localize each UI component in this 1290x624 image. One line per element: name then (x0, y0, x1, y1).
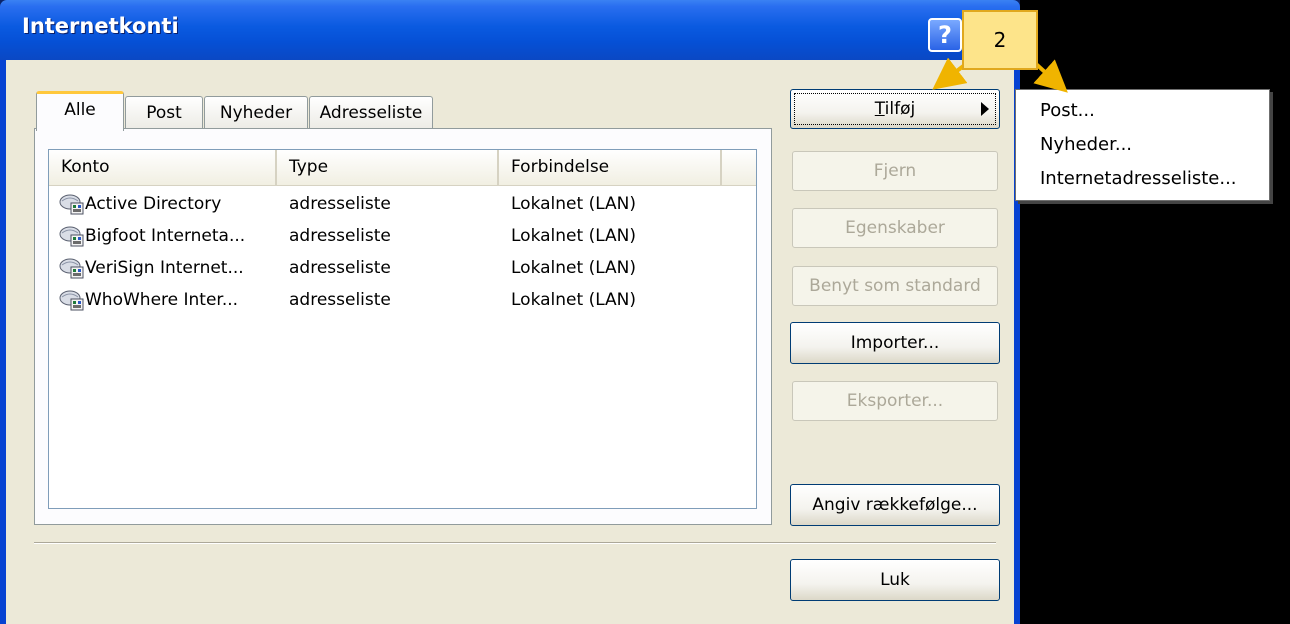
account-type: adresseliste (289, 194, 391, 214)
remove-button-label: Fjern (873, 161, 917, 181)
account-connection: Lokalnet (LAN) (511, 258, 637, 278)
tab-label: Nyheder (219, 103, 293, 123)
column-header-type[interactable]: Type (277, 150, 499, 185)
tab-directory[interactable]: Adresseliste (309, 96, 433, 129)
set-default-button-label: Benyt som standard (809, 276, 981, 296)
list-item[interactable]: Bigfoot Interneta... adresseliste Lokaln… (49, 220, 756, 252)
submenu-arrow-icon (981, 102, 989, 116)
remove-button[interactable]: Fjern (792, 151, 998, 191)
import-button[interactable]: Importer... (790, 322, 1000, 364)
export-button-label: Eksporter... (846, 391, 944, 411)
account-name: Active Directory (85, 194, 222, 214)
tab-mail[interactable]: Post (125, 96, 203, 129)
set-default-button[interactable]: Benyt som standard (792, 266, 998, 306)
column-header-account[interactable]: Konto (49, 150, 277, 185)
menu-item-directory-service[interactable]: Internetadresseliste... (1040, 168, 1237, 189)
close-button[interactable]: Luk (790, 559, 1000, 601)
callout-arrow-right (1033, 59, 1068, 93)
tab-news[interactable]: Nyheder (204, 96, 308, 129)
account-name: WhoWhere Inter... (85, 290, 239, 310)
directory-service-icon (59, 194, 84, 215)
properties-button[interactable]: Egenskaber (792, 208, 998, 248)
directory-service-icon (59, 258, 84, 279)
list-item[interactable]: Active Directory adresseliste Lokalnet (… (49, 188, 756, 220)
account-connection: Lokalnet (LAN) (511, 226, 637, 246)
list-header: Konto Type Forbindelse (49, 150, 756, 186)
separator-highlight (34, 543, 996, 544)
account-name: Bigfoot Interneta... (85, 226, 246, 246)
account-connection: Lokalnet (LAN) (511, 194, 637, 214)
close-button-label: Luk (880, 570, 910, 590)
focus-ring (794, 93, 996, 125)
tab-label: Adresseliste (319, 103, 423, 123)
import-button-label: Importer... (850, 333, 940, 353)
window-title: Internetkonti (22, 14, 179, 38)
account-type: adresseliste (289, 226, 391, 246)
directory-service-icon (59, 226, 84, 247)
column-header-connection[interactable]: Forbindelse (499, 150, 722, 185)
account-name: VeriSign Internet... (85, 258, 244, 278)
directory-service-icon (59, 290, 84, 311)
export-button[interactable]: Eksporter... (792, 381, 998, 421)
tab-label: Alle (64, 100, 96, 120)
account-type: adresseliste (289, 258, 391, 278)
tab-label: Post (146, 103, 182, 123)
tab-panel: Konto Type Forbindelse Active Directory … (34, 128, 772, 525)
menu-item-mail[interactable]: Post... (1040, 100, 1095, 121)
title-bar[interactable]: Internetkonti ? (0, 0, 1020, 60)
tab-all[interactable]: Alle (36, 91, 124, 131)
step-callout: 2 (962, 10, 1038, 70)
dialog-body: Alle Post Nyheder Adresseliste Konto Typ… (6, 60, 1014, 624)
account-connection: Lokalnet (LAN) (511, 290, 637, 310)
add-button[interactable]: Tilføj (790, 89, 1000, 129)
set-order-button[interactable]: Angiv rækkefølge... (790, 484, 1000, 526)
list-item[interactable]: WhoWhere Inter... adresseliste Lokalnet … (49, 284, 756, 316)
set-order-button-label: Angiv rækkefølge... (812, 495, 978, 515)
properties-button-label: Egenskaber (845, 218, 945, 238)
menu-item-news[interactable]: Nyheder... (1040, 134, 1132, 155)
internet-accounts-dialog: Internetkonti ? Alle Post Nyheder Adress… (0, 0, 1020, 624)
accounts-list[interactable]: Konto Type Forbindelse Active Directory … (48, 149, 757, 509)
add-submenu: Post... Nyheder... Internetadresseliste.… (1015, 89, 1270, 201)
list-item[interactable]: VeriSign Internet... adresseliste Lokaln… (49, 252, 756, 284)
account-type: adresseliste (289, 290, 391, 310)
help-button[interactable]: ? (928, 18, 962, 52)
